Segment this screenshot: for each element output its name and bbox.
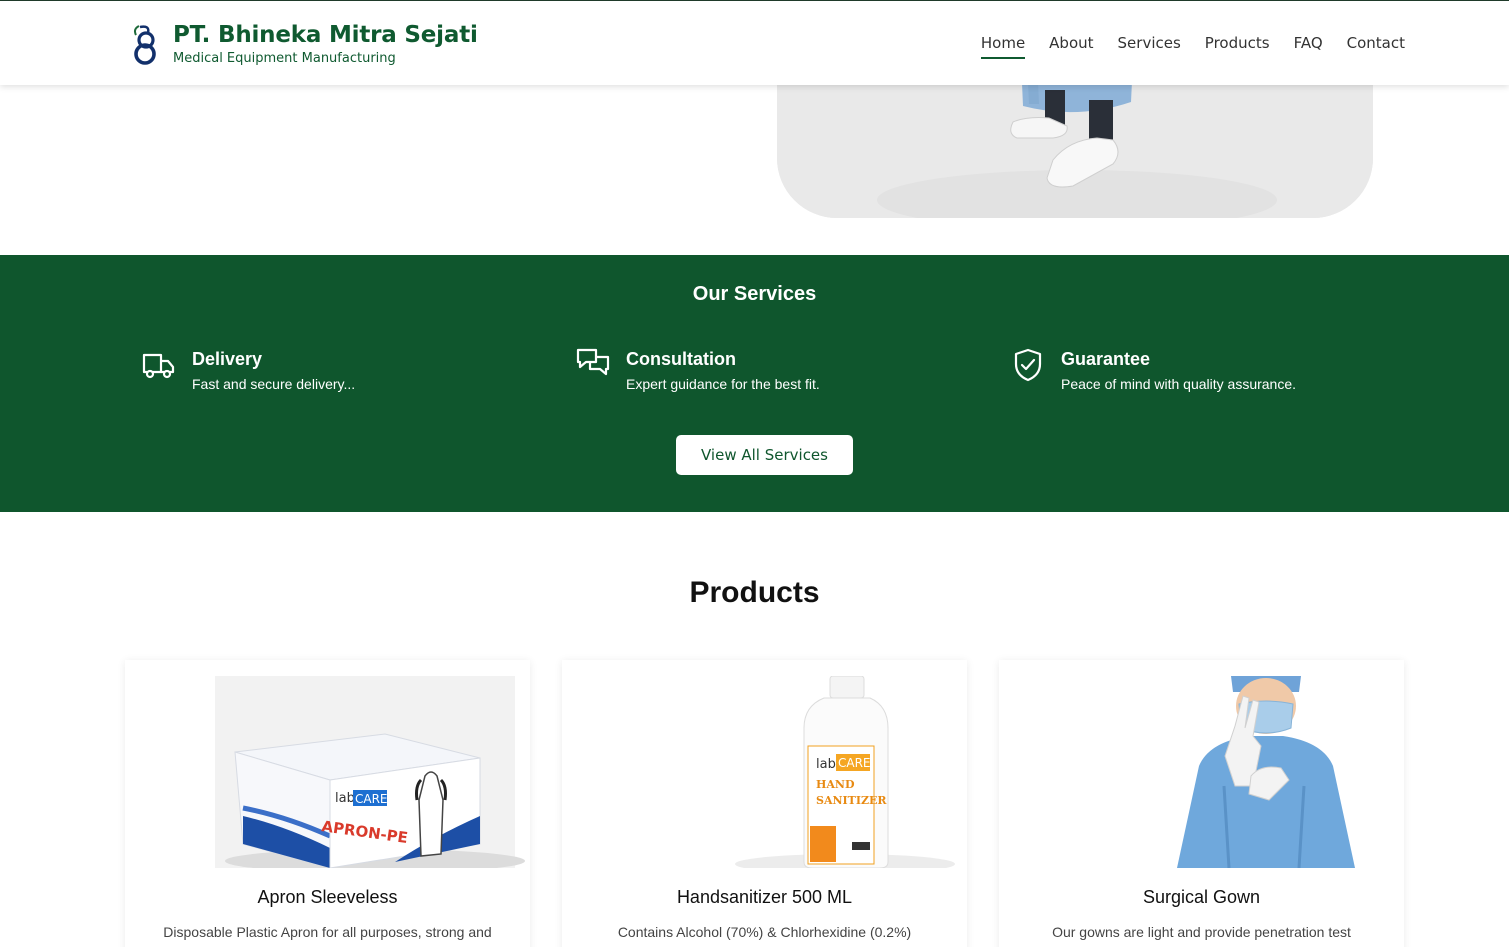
bottle-brand-text: lab <box>816 757 836 772</box>
product-desc: Contains Alcohol (70%) & Chlorhexidine (… <box>617 924 912 940</box>
box-brand-text: lab <box>335 791 355 806</box>
bottle-line2-text: SANITIZER <box>816 794 887 807</box>
service-desc: Peace of mind with quality assurance. <box>1061 376 1297 392</box>
product-card-apron[interactable]: lab CARE APRON-PE Apron Sleeveless Dispo… <box>125 660 530 947</box>
service-desc: Expert guidance for the best fit. <box>626 376 820 392</box>
apron-box-image: lab CARE APRON-PE <box>215 676 525 868</box>
service-guarantee: Guarantee Peace of mind with quality ass… <box>1010 347 1296 392</box>
service-delivery: Delivery Fast and secure delivery... <box>141 347 355 392</box>
product-name: Surgical Gown <box>1142 887 1261 907</box>
nav-faq[interactable]: FAQ <box>1294 34 1323 59</box>
surgical-gown-image <box>1149 676 1369 868</box>
product-card-handsanitizer[interactable]: lab CARE HAND SANITIZER Handsanitizer 50… <box>562 660 967 947</box>
nav-services[interactable]: Services <box>1118 34 1181 59</box>
bottle-brand-accent-text: CARE <box>838 756 871 770</box>
product-name: Handsanitizer 500 ML <box>676 887 853 907</box>
service-desc: Fast and secure delivery... <box>192 376 356 392</box>
product-card-surgical-gown[interactable]: Surgical Gown Our gowns are light and pr… <box>999 660 1404 947</box>
bottle-line1-text: HAND <box>816 778 855 791</box>
service-name: Delivery <box>192 349 263 369</box>
view-all-services-button[interactable]: View All Services <box>676 435 853 475</box>
box-brand-accent-text: CARE <box>355 792 388 806</box>
nav-home[interactable]: Home <box>980 34 1026 59</box>
brand-name: PT. Bhineka Mitra Sejati <box>173 22 478 48</box>
brand-tagline: Medical Equipment Manufacturing <box>173 51 396 66</box>
products-title: Products <box>689 576 820 609</box>
main-nav: Home About Services Products FAQ Contact <box>957 34 1405 59</box>
product-desc: Disposable Plastic Apron for all purpose… <box>163 924 492 940</box>
services-section: Our Services Delivery Fast and secure de… <box>0 255 1509 512</box>
site-header: PT. Bhineka Mitra Sejati Medical Equipme… <box>0 0 1509 85</box>
handsanitizer-bottle-image: lab CARE HAND SANITIZER <box>735 676 955 868</box>
nav-contact[interactable]: Contact <box>1347 34 1405 59</box>
brand[interactable]: PT. Bhineka Mitra Sejati Medical Equipme… <box>130 21 478 66</box>
shield-check-icon <box>1014 348 1042 382</box>
truck-icon <box>142 353 175 379</box>
service-name: Guarantee <box>1061 349 1151 369</box>
nav-about[interactable]: About <box>1049 34 1093 59</box>
chat-icon <box>576 348 610 376</box>
service-name: Consultation <box>626 349 736 369</box>
product-name: Apron Sleeveless <box>257 887 398 907</box>
product-desc: Our gowns are light and provide penetrat… <box>1052 924 1351 947</box>
nav-products[interactable]: Products <box>1205 34 1270 59</box>
services-title: Our Services <box>692 283 817 305</box>
company-logo-icon <box>134 25 156 65</box>
service-consultation: Consultation Expert guidance for the bes… <box>575 347 820 392</box>
